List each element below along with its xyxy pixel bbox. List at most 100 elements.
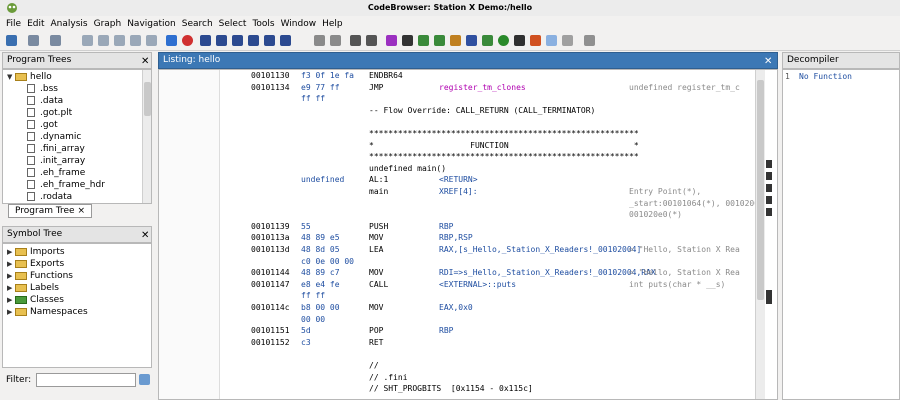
tree-item[interactable]: .got.plt xyxy=(7,107,141,119)
letter-icon[interactable] xyxy=(264,35,275,46)
listing-line[interactable]: 001020e0(*) xyxy=(219,209,755,220)
tree-item[interactable]: .bss xyxy=(7,83,141,95)
listing-line[interactable]: 00101130 f3 0f 1e fa ENDBR64 xyxy=(219,70,755,81)
menu-edit[interactable]: Edit xyxy=(24,16,47,32)
menu-navigation[interactable]: Navigation xyxy=(124,16,179,32)
listing-line[interactable]: undefined main() xyxy=(219,163,755,174)
listing-line[interactable]: 00101139 55 PUSH RBP xyxy=(219,221,755,232)
tree-item[interactable]: .rodata xyxy=(7,191,141,203)
symbol-item-labels[interactable]: ▶ Labels xyxy=(7,282,147,294)
menu-analysis[interactable]: Analysis xyxy=(48,16,91,32)
listing-line[interactable]: 0010114c b8 00 00 MOV EAX,0x0 xyxy=(219,302,755,313)
scrollbar[interactable] xyxy=(142,70,151,203)
listing-line[interactable]: 00 00 xyxy=(219,314,755,325)
tool-icon[interactable] xyxy=(450,35,461,46)
scrollbar[interactable] xyxy=(755,70,765,399)
tool-icon[interactable] xyxy=(482,35,493,46)
listing-line[interactable]: undefined AL:1 <RETURN> xyxy=(219,174,755,185)
tool-icon[interactable] xyxy=(514,35,525,46)
listing-line[interactable]: ff ff xyxy=(219,93,755,104)
letter-icon[interactable] xyxy=(232,35,243,46)
letter-icon[interactable] xyxy=(200,35,211,46)
tree-item[interactable]: .init_array xyxy=(7,155,141,167)
menu-graph[interactable]: Graph xyxy=(91,16,125,32)
tree-item[interactable]: .dynamic xyxy=(7,131,141,143)
listing-line[interactable]: // SHT_PROGBITS [0x1154 - 0x115c] xyxy=(219,383,755,394)
listing-line[interactable]: ****************************************… xyxy=(219,151,755,162)
stop-icon[interactable] xyxy=(182,35,193,46)
listing-line[interactable]: ff ff xyxy=(219,290,755,301)
filter-options-icon[interactable] xyxy=(139,374,150,385)
download-icon[interactable] xyxy=(166,35,177,46)
tool-icon[interactable] xyxy=(314,35,325,46)
listing-line[interactable]: // xyxy=(219,360,755,371)
listing-line[interactable] xyxy=(219,348,755,359)
check-icon[interactable] xyxy=(386,35,397,46)
listing-op: XREF[4]: xyxy=(439,187,478,196)
undo-icon[interactable] xyxy=(350,35,361,46)
letter-icon[interactable] xyxy=(216,35,227,46)
listing-line[interactable]: 00101152 c3 RET xyxy=(219,337,755,348)
listing-line[interactable]: c0 0e 00 00 xyxy=(219,256,755,267)
symbol-item-classes[interactable]: ▶ Classes xyxy=(7,294,147,306)
back-icon[interactable] xyxy=(28,35,39,46)
listing-line[interactable]: 0010113a 48 89 e5 MOV RBP,RSP xyxy=(219,232,755,243)
menu-window[interactable]: Window xyxy=(278,16,320,32)
listing-cmt: 001020e0(*) xyxy=(629,210,682,220)
filter-input[interactable] xyxy=(36,373,136,387)
tool-icon[interactable] xyxy=(530,35,541,46)
menu-tools[interactable]: Tools xyxy=(249,16,277,32)
listing-line[interactable]: // .fini xyxy=(219,372,755,383)
listing-line[interactable]: ****************************************… xyxy=(219,128,755,139)
letter-icon[interactable] xyxy=(280,35,291,46)
run-icon[interactable] xyxy=(498,35,509,46)
listing-line[interactable]: _start:00101064(*), 0010200 xyxy=(219,198,759,209)
menu-select[interactable]: Select xyxy=(216,16,250,32)
close-icon[interactable]: ✕ xyxy=(764,54,772,69)
listing-line[interactable]: -- Flow Override: CALL_RETURN (CALL_TERM… xyxy=(219,105,755,116)
tool-icon[interactable] xyxy=(562,35,573,46)
close-icon[interactable]: ✕ xyxy=(141,228,149,243)
tree-item[interactable]: .fini_array xyxy=(7,143,141,155)
menu-file[interactable]: File xyxy=(3,16,24,32)
listing-line[interactable]: 0010113d 48 8d 05 LEA RAX,[s_Hello,_Station… xyxy=(219,244,755,255)
listing-line[interactable]: 00101147 e8 e4 fe CALL <EXTERNAL>::puts int … xyxy=(219,279,755,290)
nav-icon[interactable] xyxy=(114,35,125,46)
tree-root-hello[interactable]: ▼ hello xyxy=(7,71,141,83)
tool-icon[interactable] xyxy=(402,35,413,46)
tool-icon[interactable] xyxy=(418,35,429,46)
nav-icon[interactable] xyxy=(146,35,157,46)
nav-icon[interactable] xyxy=(130,35,141,46)
listing-line[interactable] xyxy=(219,116,755,127)
symbol-item-namespaces[interactable]: ▶ Namespaces xyxy=(7,306,147,318)
listing-line[interactable]: 00101151 5d POP RBP xyxy=(219,325,755,336)
forward-icon[interactable] xyxy=(50,35,61,46)
letter-icon[interactable] xyxy=(248,35,259,46)
tab-program-tree[interactable]: Program Tree × xyxy=(8,204,92,218)
tree-item[interactable]: .data xyxy=(7,95,141,107)
listing-mnem: // xyxy=(369,361,379,370)
listing-line[interactable]: main XREF[4]: Entry Point(*), xyxy=(219,186,755,197)
tool-icon[interactable] xyxy=(466,35,477,46)
symbol-item-functions[interactable]: ▶ Functions xyxy=(7,270,147,282)
file-icon xyxy=(27,84,35,93)
tree-item[interactable]: .eh_frame xyxy=(7,167,141,179)
tree-item[interactable]: .eh_frame_hdr xyxy=(7,179,141,191)
nav-icon[interactable] xyxy=(82,35,93,46)
save-icon[interactable] xyxy=(6,35,17,46)
tool-icon[interactable] xyxy=(584,35,595,46)
menu-search[interactable]: Search xyxy=(179,16,216,32)
symbol-item-imports[interactable]: ▶ Imports xyxy=(7,246,147,258)
symbol-item-exports[interactable]: ▶ Exports xyxy=(7,258,147,270)
listing-line[interactable]: * FUNCTION * xyxy=(219,140,755,151)
menu-help[interactable]: Help xyxy=(319,16,346,32)
tool-icon[interactable] xyxy=(546,35,557,46)
redo-icon[interactable] xyxy=(366,35,377,46)
tool-icon[interactable] xyxy=(330,35,341,46)
tree-item[interactable]: .got xyxy=(7,119,141,131)
nav-icon[interactable] xyxy=(98,35,109,46)
listing-line[interactable]: 00101134 e9 77 ff JMP register_tm_clones und… xyxy=(219,82,755,93)
listing-line[interactable]: 00101144 48 89 c7 MOV RDI=>s_Hello,_Station… xyxy=(219,267,755,278)
tool-icon[interactable] xyxy=(434,35,445,46)
close-icon[interactable]: ✕ xyxy=(141,54,149,69)
